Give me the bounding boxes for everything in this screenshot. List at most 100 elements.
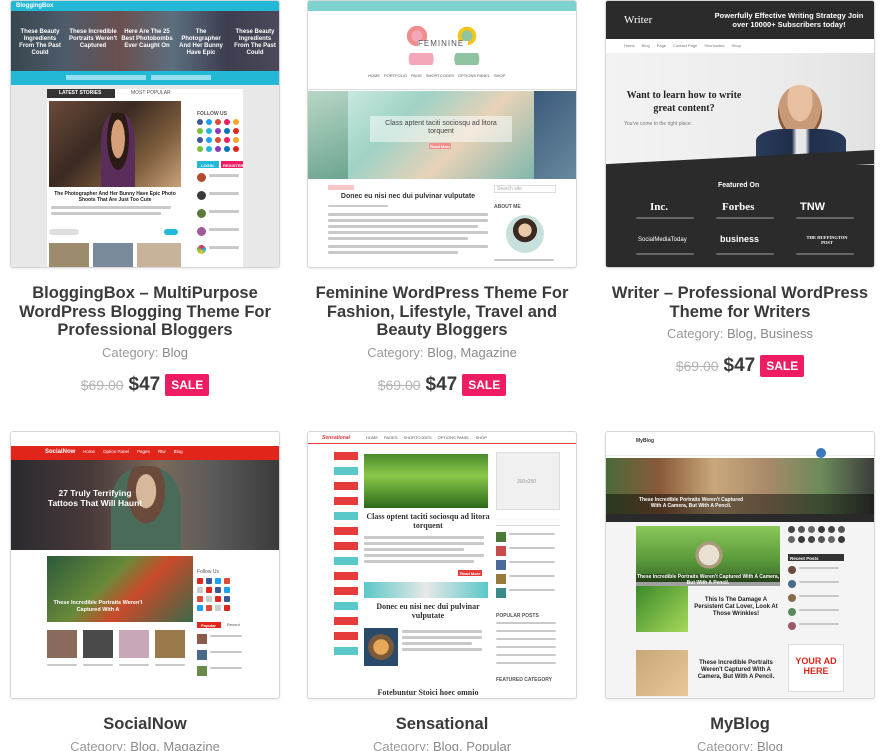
social-icon[interactable] — [828, 536, 835, 543]
category-link[interactable]: Blog — [162, 345, 188, 360]
social-icon[interactable] — [206, 146, 212, 152]
preview-nav-item[interactable]: Rtw — [158, 449, 166, 457]
social-icon[interactable] — [215, 605, 221, 611]
social-icon[interactable] — [206, 119, 212, 125]
social-icon[interactable] — [808, 536, 815, 543]
social-icon[interactable] — [197, 578, 203, 584]
social-icon[interactable] — [224, 146, 230, 152]
product-thumbnail[interactable]: Sensational HOME PAGES SHORTCODES OPTIONS P… — [307, 431, 577, 699]
category-tag[interactable] — [334, 467, 358, 475]
social-icon[interactable] — [215, 128, 221, 134]
category-link[interactable]: Blog — [757, 739, 783, 751]
product-title[interactable]: Sensational — [307, 715, 577, 734]
category-tag[interactable] — [334, 512, 358, 520]
preview-nav-item[interactable]: PAGES — [384, 435, 398, 442]
social-icon[interactable] — [215, 596, 221, 602]
social-icon[interactable] — [808, 526, 815, 533]
social-icon[interactable] — [224, 119, 230, 125]
social-icon[interactable] — [206, 605, 212, 611]
social-icon[interactable] — [206, 587, 212, 593]
social-icon[interactable] — [224, 596, 230, 602]
social-icon[interactable] — [818, 536, 825, 543]
social-icon[interactable] — [215, 146, 221, 152]
social-icon[interactable] — [206, 137, 212, 143]
product-thumbnail[interactable]: BloggingBox These Beauty Ingredients Fro… — [10, 0, 280, 268]
preview-nav-item[interactable]: OPTIONS PANEL — [438, 435, 470, 442]
preview-nav-item[interactable]: Pages — [137, 449, 150, 457]
social-icon[interactable] — [233, 137, 239, 143]
category-link[interactable]: Blog, Business — [727, 326, 813, 341]
category-tag[interactable] — [334, 632, 358, 640]
category-tag[interactable] — [334, 527, 358, 535]
product-thumbnail[interactable]: MyBlog These Incredible Portraits Weren'… — [605, 431, 875, 699]
preview-nav-item[interactable]: Home — [83, 449, 95, 457]
social-icon[interactable] — [838, 536, 845, 543]
preview-nav-item[interactable]: SHOP — [494, 73, 505, 81]
preview-nav-item[interactable]: Page — [657, 43, 666, 49]
category-tag[interactable] — [334, 542, 358, 550]
preview-nav-item[interactable]: HOME — [368, 73, 380, 81]
social-icon[interactable] — [233, 128, 239, 134]
preview-nav-item[interactable]: Blog — [642, 43, 650, 49]
category-tag[interactable] — [334, 557, 358, 565]
preview-nav-item[interactable]: PAGE — [411, 73, 422, 81]
social-icon[interactable] — [215, 137, 221, 143]
social-icon[interactable] — [798, 536, 805, 543]
preview-nav-item[interactable]: HOME — [366, 435, 378, 442]
product-title[interactable]: BloggingBox – MultiPurpose WordPress Blo… — [10, 284, 280, 340]
category-tag[interactable] — [334, 497, 358, 505]
category-tag[interactable] — [334, 452, 358, 460]
preview-nav-item[interactable]: PORTFOLIO — [384, 73, 407, 81]
preview-nav-item[interactable]: SHOP — [476, 435, 487, 442]
social-icon[interactable] — [818, 526, 825, 533]
preview-nav-item[interactable]: Blog — [174, 449, 183, 457]
social-icon[interactable] — [838, 526, 845, 533]
category-link[interactable]: Blog, Magazine — [130, 739, 220, 751]
social-icon[interactable] — [206, 578, 212, 584]
social-icon[interactable] — [197, 119, 203, 125]
social-icon[interactable] — [224, 128, 230, 134]
social-icon[interactable] — [788, 526, 795, 533]
social-icon[interactable] — [224, 587, 230, 593]
category-link[interactable]: Blog, Popular — [433, 739, 511, 751]
product-thumbnail[interactable]: SocialNow Home Option Panel Pages Rtw Blog 2… — [10, 431, 280, 699]
social-icon[interactable] — [798, 526, 805, 533]
category-tag[interactable] — [334, 482, 358, 490]
category-tag[interactable] — [334, 602, 358, 610]
preview-nav-item[interactable]: OPTIONS PANEL — [458, 73, 490, 81]
category-link[interactable]: Blog, Magazine — [427, 345, 517, 360]
social-icon[interactable] — [828, 526, 835, 533]
read-more-button[interactable]: Read More — [460, 570, 480, 577]
product-title[interactable]: Feminine WordPress Theme For Fashion, Li… — [307, 284, 577, 340]
social-icon[interactable] — [224, 137, 230, 143]
preview-nav-item[interactable]: Contact Page — [673, 43, 697, 49]
social-icon[interactable] — [197, 128, 203, 134]
search-input[interactable]: Search site — [497, 186, 522, 192]
read-more-button[interactable]: Read More — [430, 143, 450, 150]
category-tag[interactable] — [334, 572, 358, 580]
product-title[interactable]: SocialNow — [10, 715, 280, 734]
product-thumbnail[interactable]: Writer Powerfully Effective Writing Stra… — [605, 0, 875, 268]
social-icon[interactable] — [233, 146, 239, 152]
social-icon[interactable] — [215, 587, 221, 593]
preview-nav-item[interactable]: SHORTCODES — [404, 435, 432, 442]
preview-nav-item[interactable]: SHORTCODES — [426, 73, 454, 81]
product-thumbnail[interactable]: FEMININE HOME PORTFOLIO PAGE SHORTCODES OPTI… — [307, 0, 577, 268]
preview-nav-item[interactable]: Shortcodes — [704, 43, 724, 49]
social-icon[interactable] — [233, 119, 239, 125]
preview-nav-item[interactable]: Home — [624, 43, 635, 49]
social-icon[interactable] — [788, 536, 795, 543]
social-icon[interactable] — [215, 119, 221, 125]
social-icon[interactable] — [206, 596, 212, 602]
social-icon[interactable] — [197, 137, 203, 143]
social-icon[interactable] — [215, 578, 221, 584]
social-icon[interactable] — [197, 146, 203, 152]
social-icon[interactable] — [197, 605, 203, 611]
social-icon[interactable] — [224, 605, 230, 611]
social-icon[interactable] — [197, 587, 203, 593]
product-title[interactable]: Writer – Professional WordPress Theme fo… — [605, 284, 875, 321]
social-icon[interactable] — [206, 128, 212, 134]
category-tag[interactable] — [334, 617, 358, 625]
product-title[interactable]: MyBlog — [605, 715, 875, 734]
social-icon[interactable] — [197, 596, 203, 602]
